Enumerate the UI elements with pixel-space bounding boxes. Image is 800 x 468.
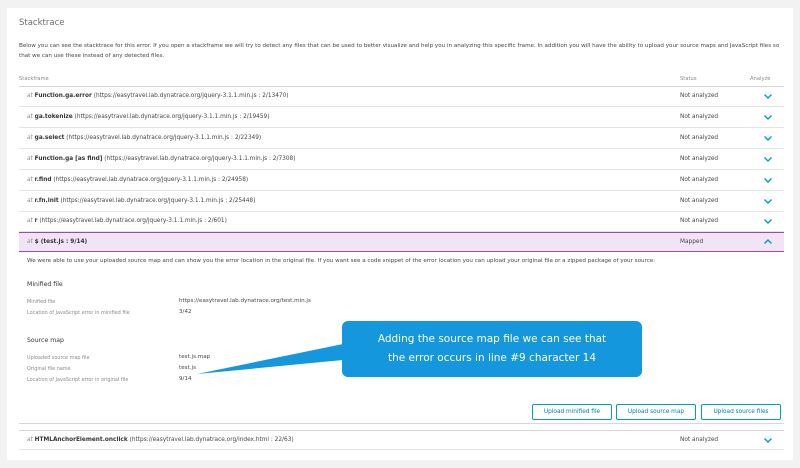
callout-pointer	[197, 344, 343, 374]
stackframe-text: at ga.select (https://easytravel.lab.dyn…	[27, 135, 262, 141]
upload-source-map-button[interactable]: Upload source map	[616, 404, 696, 420]
stackframe-row[interactable]: at r.find (https://easytravel.lab.dynatr…	[19, 171, 784, 191]
upload-source-files-button[interactable]: Upload source files	[701, 404, 781, 420]
chevron-down-icon[interactable]	[762, 215, 774, 227]
stackframe-row[interactable]: at Function.ga.error (https://easytravel…	[19, 87, 784, 107]
stackframe-text: at $ (test.js : 9/14)	[27, 239, 88, 245]
stackframe-status: Not analyzed	[680, 218, 719, 224]
stackframe-text: at HTMLAnchorElement.onclick (https://ea…	[27, 437, 294, 443]
callout-text: Adding the source map file we can see th…	[377, 333, 607, 364]
stackframe-status: Not analyzed	[680, 198, 719, 204]
chevron-up-icon[interactable]	[762, 236, 774, 248]
stackframe-text: at Function.ga.error (https://easytravel…	[27, 93, 289, 99]
minified-file-url: https://easytravel.lab.dynatrace.org/tes…	[179, 298, 311, 304]
chevron-down-icon[interactable]	[762, 434, 774, 446]
column-header-status: Status	[680, 76, 697, 82]
stackframe-row[interactable]: at ga.tokenize (https://easytravel.lab.d…	[19, 108, 784, 128]
chevron-down-icon[interactable]	[762, 174, 774, 186]
stackframe-text: at ga.tokenize (https://easytravel.lab.d…	[27, 114, 270, 120]
detail-label: Location of JavaScript error in minified…	[27, 310, 130, 316]
annotation-callout: Adding the source map file we can see th…	[342, 321, 642, 377]
stackframe-text: at r.fn.init (https://easytravel.lab.dyn…	[27, 198, 256, 204]
panel-title: Stacktrace	[19, 18, 65, 28]
stackframe-row[interactable]: at HTMLAnchorElement.onclick (https://ea…	[19, 430, 784, 450]
column-header-stackframe: Stackframe	[19, 76, 49, 82]
column-header-analyze: Analyze	[750, 76, 771, 82]
chevron-down-icon[interactable]	[762, 90, 774, 102]
stackframe-text: at Function.ga [as find] (https://easytr…	[27, 156, 296, 162]
source-map-heading: Source map	[27, 337, 64, 344]
stackframe-status: Not analyzed	[680, 437, 719, 443]
panel-description: Below you can see the stacktrace for thi…	[19, 43, 780, 59]
stackframe-text: at r (https://easytravel.lab.dynatrace.o…	[27, 218, 227, 224]
stackframe-text: at r.find (https://easytravel.lab.dynatr…	[27, 177, 249, 183]
upload-minified-file-button[interactable]: Upload minified file	[532, 404, 612, 420]
stackframe-status: Not analyzed	[680, 156, 719, 162]
minified-file-heading: Minified file	[27, 281, 63, 288]
detail-label: Uploaded source map file	[27, 355, 90, 361]
detail-label: Minified file	[27, 299, 56, 305]
chevron-down-icon[interactable]	[762, 153, 774, 165]
stackframe-status: Not analyzed	[680, 93, 719, 99]
stacktrace-panel: Stacktrace Below you can see the stacktr…	[7, 8, 793, 460]
original-file-name: test.js	[179, 365, 196, 371]
chevron-down-icon[interactable]	[762, 132, 774, 144]
detail-label: Location of JavaScript error in original…	[27, 377, 129, 383]
details-message: We were able to use your uploaded source…	[27, 258, 656, 264]
stackframe-row[interactable]: at Function.ga [as find] (https://easytr…	[19, 150, 784, 170]
original-error-location: 9/14	[179, 376, 192, 382]
chevron-down-icon[interactable]	[762, 195, 774, 207]
stackframe-status: Not analyzed	[680, 135, 719, 141]
stackframe-row[interactable]: at ga.select (https://easytravel.lab.dyn…	[19, 129, 784, 149]
stackframe-status: Not analyzed	[680, 114, 719, 120]
stackframe-status: Not analyzed	[680, 177, 719, 183]
stackframe-row[interactable]: at r (https://easytravel.lab.dynatrace.o…	[19, 212, 784, 232]
detail-label: Original file name	[27, 366, 71, 372]
stackframe-row[interactable]: at r.fn.init (https://easytravel.lab.dyn…	[19, 192, 784, 212]
stackframe-status: Mapped	[680, 239, 704, 245]
minified-error-location: 3/42	[179, 309, 192, 315]
chevron-down-icon[interactable]	[762, 111, 774, 123]
